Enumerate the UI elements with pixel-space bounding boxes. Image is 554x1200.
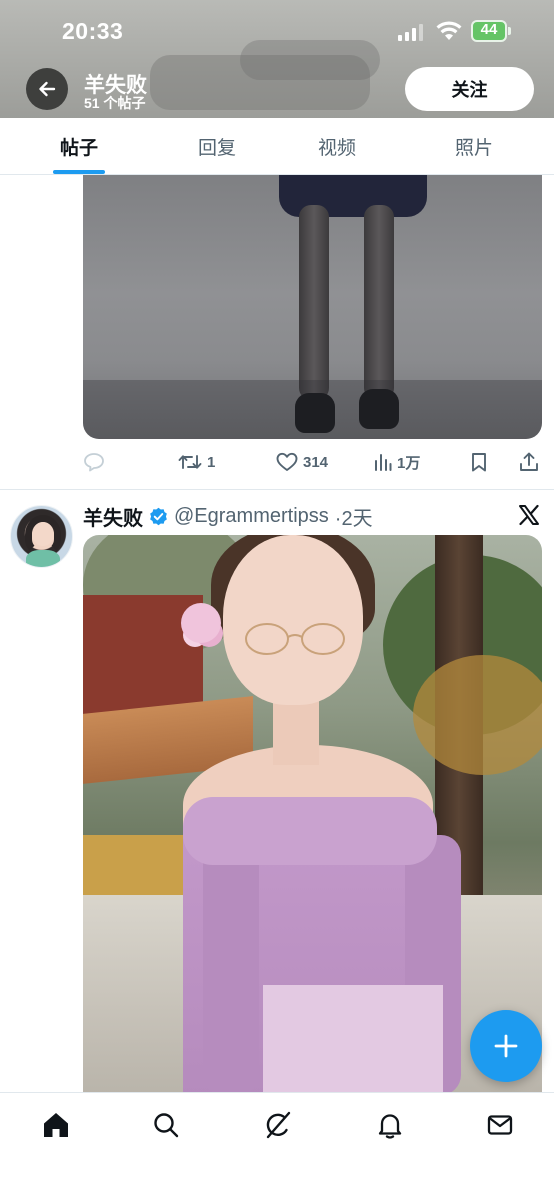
- back-button[interactable]: [26, 68, 68, 110]
- post-count: 51 个帖子: [84, 95, 146, 111]
- nav-home[interactable]: [40, 1109, 72, 1141]
- follow-button[interactable]: 关注: [405, 67, 534, 111]
- profile-header: 20:33 44 羊失败 51 个帖子 关注: [0, 0, 554, 118]
- post-image[interactable]: [83, 535, 542, 1092]
- verified-badge-icon: [150, 507, 167, 525]
- nav-notifications[interactable]: [374, 1109, 406, 1141]
- post-header: 羊失败 @Egrammertipss ·2天: [83, 502, 373, 531]
- photo-detail: [299, 205, 329, 400]
- battery-percent: 44: [480, 21, 498, 38]
- view-count: 1万: [397, 454, 421, 472]
- photo-detail: [245, 623, 345, 655]
- avatar-detail: [26, 550, 60, 567]
- speech-bubble-icon: [84, 453, 104, 472]
- tab-label: 回复: [197, 137, 236, 159]
- photo-detail: [263, 985, 443, 1092]
- tab-photos[interactable]: 照片: [421, 118, 527, 174]
- avatar[interactable]: [10, 505, 73, 568]
- tab-label: 视频: [317, 137, 356, 159]
- x-logo-icon: [519, 504, 539, 526]
- share-icon: [520, 452, 538, 471]
- post-time: ·2天: [334, 507, 373, 530]
- search-icon: [154, 1113, 179, 1138]
- grok-icon: [266, 1111, 291, 1139]
- mail-icon: [487, 1115, 513, 1135]
- home-icon: [44, 1113, 68, 1137]
- retweet-count: 1: [207, 453, 216, 471]
- bookmark-button[interactable]: [470, 445, 488, 479]
- nav-grok[interactable]: [262, 1109, 294, 1141]
- tab-label: 照片: [454, 137, 493, 159]
- active-tab-indicator: [53, 170, 105, 174]
- nav-search[interactable]: [150, 1109, 182, 1141]
- wifi-icon: [436, 21, 462, 40]
- photo-detail: [203, 835, 259, 1092]
- reply-button[interactable]: [83, 445, 110, 479]
- like-button[interactable]: 314: [276, 445, 328, 479]
- photo-detail: [413, 655, 542, 775]
- retweet-button[interactable]: 1: [178, 445, 215, 479]
- profile-tabs: 帖子 回复 视频 照片: [0, 118, 554, 175]
- views-button[interactable]: 1万: [374, 445, 420, 479]
- photo-detail: [223, 535, 363, 705]
- retweet-icon: [178, 455, 202, 469]
- heart-icon: [276, 452, 298, 471]
- share-button[interactable]: [519, 445, 539, 479]
- like-count: 314: [303, 453, 329, 471]
- cellular-signal-icon: [398, 24, 423, 41]
- post-image[interactable]: [83, 175, 542, 439]
- avatar-detail: [32, 522, 54, 546]
- bar-chart-icon: [375, 454, 392, 471]
- post-feed: 1 314 1万 羊失败 @Egrammertipss ·2天: [0, 175, 554, 1092]
- photo-detail: [359, 389, 399, 429]
- post-actions: 1 314 1万: [83, 445, 545, 479]
- post-divider: [0, 489, 554, 490]
- battery-icon: 44: [471, 20, 511, 42]
- photo-detail: [273, 695, 319, 765]
- status-time: 20:33: [62, 18, 124, 44]
- author-handle[interactable]: @Egrammertipss: [174, 505, 329, 528]
- bell-icon: [378, 1114, 402, 1139]
- photo-detail: [183, 797, 437, 865]
- photo-detail: [181, 603, 221, 643]
- author-name[interactable]: 羊失败: [83, 502, 143, 531]
- tab-replies[interactable]: 回复: [164, 118, 270, 174]
- tab-videos[interactable]: 视频: [284, 118, 390, 174]
- compose-button[interactable]: [470, 1010, 542, 1082]
- nav-messages[interactable]: [484, 1109, 516, 1141]
- photo-detail: [295, 393, 335, 433]
- arrow-left-icon: [39, 81, 56, 97]
- tab-posts[interactable]: 帖子: [26, 118, 132, 174]
- bookmark-icon: [472, 453, 486, 472]
- plus-icon: [494, 1034, 518, 1058]
- tab-label: 帖子: [59, 137, 98, 159]
- bottom-navigation: [0, 1092, 554, 1200]
- status-bar: 20:33 44: [0, 0, 554, 62]
- photo-detail: [364, 205, 394, 400]
